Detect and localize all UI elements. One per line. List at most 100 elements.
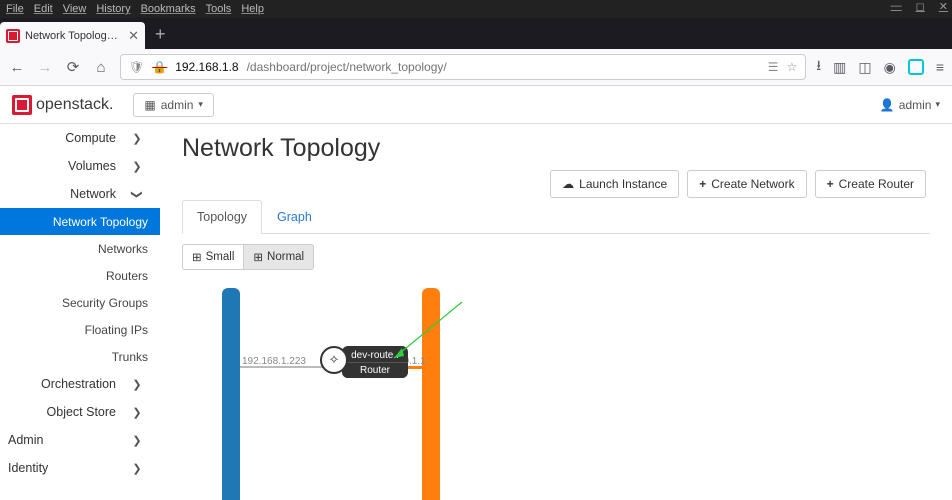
window-close-icon[interactable]: ✕	[939, 0, 948, 13]
sidebar-item-orchestration[interactable]: Orchestration❯	[0, 370, 160, 398]
button-label: Create Router	[839, 177, 914, 191]
plus-icon: +	[827, 177, 834, 191]
sidebar-item-volumes[interactable]: Volumes❯	[0, 152, 160, 180]
sidebar-sub-label: Network Topology	[53, 215, 148, 229]
user-menu[interactable]: 👤 admin ▾	[880, 98, 940, 112]
view-tabs: Topology Graph	[182, 199, 930, 234]
plus-icon: +	[699, 177, 706, 191]
size-small-button[interactable]: ⊞Small	[182, 244, 244, 270]
size-normal-button[interactable]: ⊞Normal	[244, 244, 314, 270]
menu-view[interactable]: View	[63, 3, 87, 15]
url-path: /dashboard/project/network_topology/	[247, 60, 447, 74]
sidebar-sub-floating-ips[interactable]: Floating IPs	[0, 316, 160, 343]
topology-canvas[interactable]: external_network pvt_net 192.168.1.223 1…	[182, 278, 930, 500]
user-name: admin	[899, 98, 932, 112]
size-toggle: ⊞Small ⊞Normal	[182, 244, 930, 270]
ip-label-left: 192.168.1.223	[242, 356, 306, 367]
nav-forward-icon: →	[36, 59, 54, 76]
sidebar-section-admin[interactable]: Admin❯	[0, 426, 160, 454]
cloud-upload-icon: ☁	[562, 177, 574, 191]
tab-topology[interactable]: Topology	[182, 200, 262, 234]
account-icon[interactable]: ◉	[884, 59, 896, 76]
sidebar-sub-label: Routers	[106, 269, 148, 283]
openstack-mark-icon	[12, 95, 32, 115]
menu-file[interactable]: File	[6, 3, 24, 15]
openstack-header: openstack. ▦ admin ▾ 👤 admin ▾	[0, 86, 952, 124]
chevron-down-icon: ❯	[131, 187, 144, 201]
page-title: Network Topology	[182, 134, 930, 163]
chevron-down-icon: ▾	[935, 99, 940, 110]
sidebar-sub-network-topology[interactable]: Network Topology	[0, 208, 160, 235]
sidebar-sub-networks[interactable]: Networks	[0, 235, 160, 262]
button-label: Launch Instance	[579, 177, 667, 191]
sidebar-section-identity[interactable]: Identity❯	[0, 454, 160, 482]
extension-icon[interactable]	[908, 59, 924, 75]
sidebar-sub-security-groups[interactable]: Security Groups	[0, 289, 160, 316]
sidebar-item-network[interactable]: Network❯	[0, 180, 160, 208]
new-tab-button[interactable]: +	[145, 24, 176, 49]
sidebar-sub-label: Networks	[98, 242, 148, 256]
network-bar-external[interactable]: external_network	[222, 288, 240, 500]
sidebar-item-object-store[interactable]: Object Store❯	[0, 398, 160, 426]
chevron-right-icon: ❯	[130, 434, 144, 447]
button-label: Small	[206, 251, 235, 263]
launch-instance-button[interactable]: ☁ Launch Instance	[550, 170, 679, 198]
project-selector[interactable]: ▦ admin ▾	[133, 93, 214, 117]
sidebar-sub-routers[interactable]: Routers	[0, 262, 160, 289]
user-icon: 👤	[880, 98, 895, 112]
shield-icon[interactable]: 🛡	[129, 60, 144, 74]
no-https-icon: 🔒	[152, 60, 167, 74]
tab-graph[interactable]: Graph	[262, 200, 327, 234]
sidebar-label: Object Store	[0, 405, 130, 419]
sidebar-icon[interactable]: ◫	[858, 59, 871, 76]
chevron-down-icon: ▾	[198, 99, 203, 110]
library-icon[interactable]: ▥	[833, 59, 846, 76]
chevron-right-icon: ❯	[130, 378, 144, 391]
nav-reload-icon[interactable]: ⟳	[64, 58, 82, 76]
chevron-right-icon: ❯	[130, 132, 144, 145]
downloads-icon[interactable]: ⭳	[816, 55, 821, 79]
menu-bookmarks[interactable]: Bookmarks	[141, 3, 196, 15]
sidebar-sub-trunks[interactable]: Trunks	[0, 343, 160, 370]
page-actions: ☁ Launch Instance + Create Network + Create…	[550, 170, 926, 198]
sidebar-label: Network	[0, 187, 130, 201]
tab-close-icon[interactable]: ✕	[128, 28, 139, 44]
sidebar: Compute❯ Volumes❯ Network❯ Network Topol…	[0, 124, 160, 500]
browser-navbar: ← → ⟳ ⌂ 🛡 🔒 192.168.1.8/dashboard/projec…	[0, 49, 952, 86]
menu-history[interactable]: History	[96, 3, 130, 15]
button-label: Create Network	[711, 177, 794, 191]
menu-edit[interactable]: Edit	[34, 3, 53, 15]
chevron-right-icon: ❯	[130, 160, 144, 173]
sidebar-sub-label: Security Groups	[62, 296, 148, 310]
router-icon: ✧	[320, 346, 348, 374]
create-network-button[interactable]: + Create Network	[687, 170, 806, 198]
project-name: admin	[161, 98, 194, 112]
sidebar-label: Compute	[0, 131, 130, 145]
menu-icon[interactable]: ≡	[936, 59, 944, 75]
menu-help[interactable]: Help	[241, 3, 264, 15]
create-router-button[interactable]: + Create Router	[815, 170, 926, 198]
sidebar-section-label: Identity	[8, 461, 130, 475]
url-bar[interactable]: 🛡 🔒 192.168.1.8/dashboard/project/networ…	[120, 54, 806, 80]
nav-back-icon[interactable]: ←	[8, 59, 26, 76]
browser-tabstrip: Network Topology - OpenStac ✕ +	[0, 18, 952, 49]
sidebar-section-label: Admin	[8, 433, 130, 447]
button-label: Normal	[267, 251, 304, 263]
openstack-favicon-icon	[6, 29, 20, 43]
bookmark-star-icon[interactable]: ☆	[786, 60, 797, 74]
sidebar-item-compute[interactable]: Compute❯	[0, 124, 160, 152]
chevron-right-icon: ❯	[130, 462, 144, 475]
window-minimize-icon[interactable]: —	[891, 0, 902, 13]
annotation-arrow	[382, 298, 472, 378]
reader-icon[interactable]: ☰	[768, 60, 779, 74]
browser-tab[interactable]: Network Topology - OpenStac ✕	[0, 22, 145, 49]
openstack-logo[interactable]: openstack.	[12, 95, 113, 115]
sidebar-sub-label: Trunks	[112, 350, 148, 364]
menu-tools[interactable]: Tools	[206, 3, 232, 15]
nav-home-icon[interactable]: ⌂	[92, 59, 110, 76]
main-content: Network Topology ☁ Launch Instance + Creat…	[160, 124, 952, 500]
sidebar-sub-label: Floating IPs	[85, 323, 148, 337]
project-icon: ▦	[144, 98, 155, 112]
window-maximize-icon[interactable]: ◻	[916, 0, 925, 13]
browser-tab-title: Network Topology - OpenStac	[25, 30, 123, 42]
